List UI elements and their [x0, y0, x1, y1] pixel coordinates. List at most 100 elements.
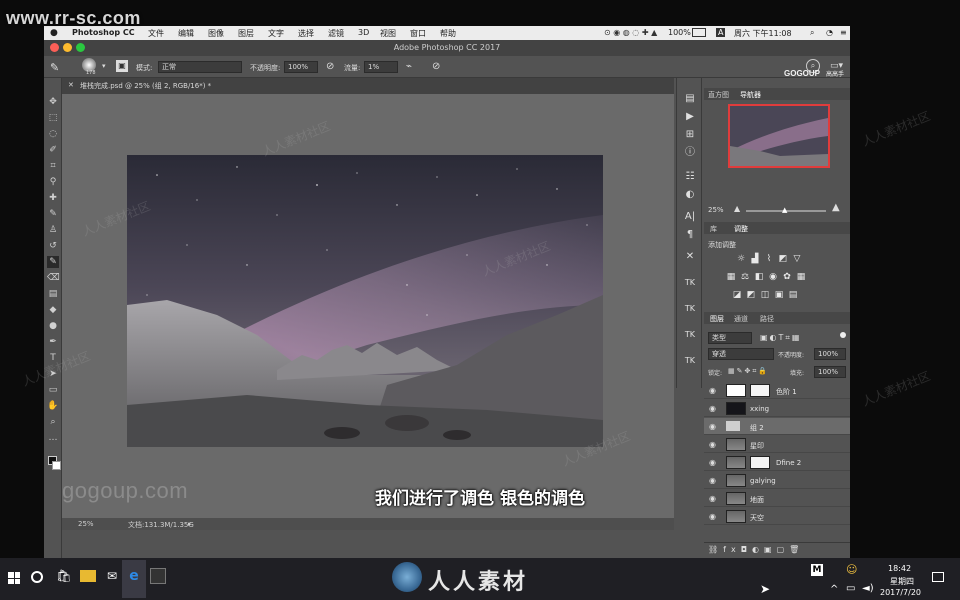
menu-view[interactable]: 视图: [380, 28, 396, 39]
mail-icon[interactable]: ✉: [104, 568, 120, 584]
eyedropper-tool-icon[interactable]: ⚲: [47, 176, 59, 188]
ime-indicator[interactable]: M: [811, 564, 823, 576]
paragraph-panel-icon[interactable]: ¶: [683, 228, 697, 242]
tool-presets-icon[interactable]: ✕: [683, 250, 697, 264]
notification-icon[interactable]: ≡: [840, 28, 847, 37]
clone-stamp-tool-icon[interactable]: ♙: [47, 224, 59, 236]
brush-tool-icon[interactable]: ✎: [47, 208, 59, 220]
brush-tool-active-icon[interactable]: ✎: [47, 256, 59, 268]
spotlight-icon[interactable]: ⌕: [810, 28, 814, 38]
network-icon[interactable]: ▭: [846, 583, 855, 594]
fill-input[interactable]: 100%: [814, 366, 846, 378]
volume-icon[interactable]: ◄): [862, 583, 874, 594]
document-canvas[interactable]: [127, 155, 603, 447]
actions-panel-icon[interactable]: ▶: [683, 110, 697, 124]
character-panel-icon[interactable]: A|: [683, 210, 697, 224]
menu-file[interactable]: 文件: [148, 28, 164, 39]
healing-tool-icon[interactable]: ✚: [47, 192, 59, 204]
taskbar-date[interactable]: 2017/7/20: [880, 588, 921, 597]
layer-row[interactable]: ◉ 天空: [704, 508, 850, 525]
gradient-tool-icon[interactable]: ▤: [47, 288, 59, 300]
zoom-out-icon[interactable]: ▲: [734, 204, 740, 213]
history-panel-icon[interactable]: ▤: [683, 92, 697, 106]
navigator-zoom[interactable]: 25%: [708, 206, 724, 214]
photo-filter-icon[interactable]: ◉: [768, 272, 778, 282]
navigator-preview[interactable]: [728, 104, 830, 168]
vibrance-icon[interactable]: ▽: [792, 254, 802, 264]
layer-filter-icons[interactable]: ▣◐T⌗▦: [760, 333, 802, 343]
pressure-opacity-icon[interactable]: ⊘: [326, 61, 334, 72]
menu-layer[interactable]: 图层: [238, 28, 254, 39]
layer-mask-thumbnail[interactable]: [750, 456, 770, 469]
taskbar-time[interactable]: 18:42: [888, 564, 911, 573]
color-lookup-icon[interactable]: ▦: [796, 272, 806, 282]
properties-panel-icon[interactable]: ☷: [683, 170, 697, 184]
eraser-tool-icon[interactable]: ⌫: [47, 272, 60, 284]
more-tools-icon[interactable]: …: [47, 432, 59, 444]
background-color-swatch[interactable]: [52, 461, 61, 470]
menu-edit[interactable]: 编辑: [178, 28, 194, 39]
curves-icon[interactable]: ⌇: [764, 254, 774, 264]
eye-icon[interactable]: ◉: [709, 458, 718, 467]
action-center-icon[interactable]: [932, 572, 944, 582]
edge-icon[interactable]: e: [126, 568, 142, 584]
eye-icon[interactable]: ◉: [709, 404, 718, 413]
menu-type[interactable]: 文字: [268, 28, 284, 39]
threshold-icon[interactable]: ◫: [760, 290, 770, 300]
opacity-input[interactable]: 100%: [284, 61, 318, 73]
info-panel-icon[interactable]: ⓘ: [683, 146, 697, 160]
input-source-icon[interactable]: A: [716, 28, 726, 37]
levels-icon[interactable]: ▟: [750, 254, 760, 264]
channel-mixer-icon[interactable]: ✿: [782, 272, 792, 282]
zoom-in-icon[interactable]: ▲: [832, 202, 840, 213]
posterize-icon[interactable]: ◩: [746, 290, 756, 300]
zoom-tool-icon[interactable]: ⌕: [47, 416, 59, 428]
tk-panel-icon-4[interactable]: TK: [683, 354, 697, 368]
taskbar-day[interactable]: 星期四: [890, 576, 914, 587]
app-icon[interactable]: [150, 568, 166, 584]
shape-tool-icon[interactable]: ▭: [47, 384, 59, 396]
layer-mask-thumbnail[interactable]: [750, 384, 770, 397]
pen-tool-icon[interactable]: ✒: [47, 336, 59, 348]
invert-icon[interactable]: ◪: [732, 290, 742, 300]
layer-row[interactable]: ◉ 星印: [704, 436, 850, 453]
file-explorer-icon[interactable]: [80, 570, 96, 582]
eye-icon[interactable]: ◉: [709, 422, 718, 431]
tab-layers[interactable]: 图层: [710, 314, 724, 324]
siri-icon[interactable]: ◔: [826, 28, 833, 37]
cortana-icon[interactable]: [31, 571, 43, 583]
color-panel-icon[interactable]: ◐: [683, 188, 697, 202]
tab-adjustments[interactable]: 调整: [734, 224, 748, 234]
menu-image[interactable]: 图像: [208, 28, 224, 39]
tk-panel-icon-2[interactable]: TK: [683, 302, 697, 316]
tab-navigator[interactable]: 导航器: [740, 90, 761, 100]
brush-tool-icon[interactable]: ✎: [50, 61, 59, 74]
flow-input[interactable]: 1%: [364, 61, 398, 73]
blend-mode-select[interactable]: 穿透: [708, 348, 774, 360]
filter-toggle-icon[interactable]: [840, 332, 846, 338]
blur-tool-icon[interactable]: ◆: [47, 304, 59, 316]
apple-icon[interactable]: ●: [50, 28, 58, 38]
hue-sat-icon[interactable]: ▦: [726, 272, 736, 282]
black-white-icon[interactable]: ◧: [754, 272, 764, 282]
lasso-tool-icon[interactable]: ◌: [47, 128, 59, 140]
tab-libraries[interactable]: 库: [710, 224, 717, 234]
quick-select-tool-icon[interactable]: ✐: [47, 144, 59, 156]
zoom-slider-handle[interactable]: ▲: [782, 206, 787, 214]
layer-row[interactable]: ◉ Dfine 2: [704, 454, 850, 471]
swatches-panel-icon[interactable]: ⊞: [683, 128, 697, 142]
menu-3d[interactable]: 3D: [358, 28, 369, 37]
tab-channels[interactable]: 通道: [734, 314, 748, 324]
history-brush-tool-icon[interactable]: ↺: [47, 240, 59, 252]
marquee-tool-icon[interactable]: ⬚: [47, 112, 59, 124]
menu-select[interactable]: 选择: [298, 28, 314, 39]
tray-arrow-icon[interactable]: ^: [830, 584, 838, 595]
tab-paths[interactable]: 路径: [760, 314, 774, 324]
layer-kind-filter[interactable]: 类型: [708, 332, 752, 344]
selective-color-icon[interactable]: ▣: [774, 290, 784, 300]
layer-row[interactable]: ◉ xxing: [704, 400, 850, 417]
start-icon[interactable]: [8, 572, 20, 584]
dodge-tool-icon[interactable]: ●: [47, 320, 59, 332]
exposure-icon[interactable]: ◩: [778, 254, 788, 264]
menu-filter[interactable]: 滤镜: [328, 28, 344, 39]
